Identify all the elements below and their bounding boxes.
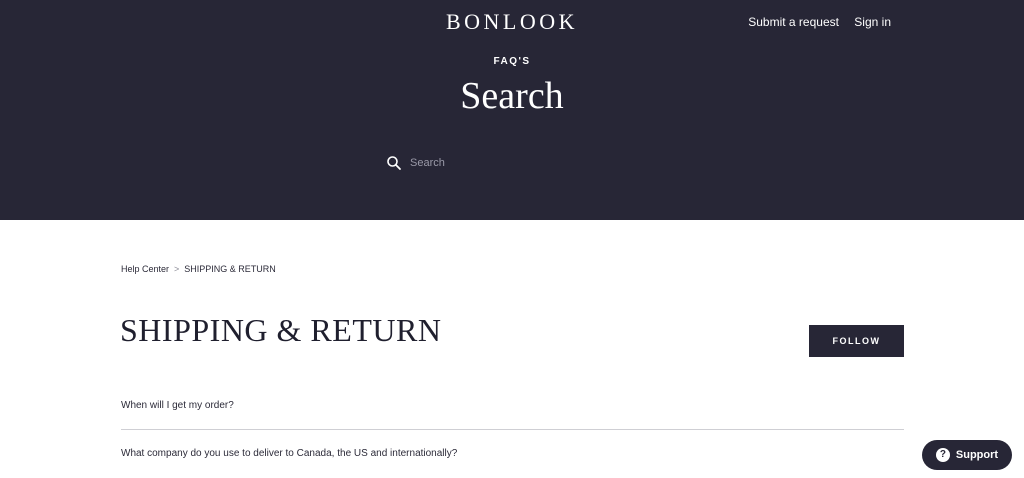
question-icon: ? [935,448,950,462]
hero-title: Search [460,75,564,117]
top-nav: Submit a request Sign in [736,15,891,29]
support-label: Support [955,449,999,461]
search-input[interactable] [408,156,632,170]
article-list: When will I get my order? What company d… [121,382,904,477]
sign-in-link[interactable]: Sign in [854,15,891,29]
page-title: SHIPPING & RETURN [120,312,442,348]
breadcrumb-help-center[interactable]: Help Center [121,264,169,274]
search-icon [386,155,402,171]
faq-eyebrow: FAQ'S [493,56,531,67]
hero-header: BONLOOK Submit a request Sign in FAQ'S S… [0,0,1024,220]
search-bar[interactable] [386,150,646,176]
breadcrumb: Help Center > SHIPPING & RETURN [121,264,276,274]
follow-button[interactable]: FOLLOW [809,325,904,357]
submit-request-link[interactable]: Submit a request [748,15,839,29]
support-button[interactable]: ? Support [922,440,1012,470]
breadcrumb-shipping-return[interactable]: SHIPPING & RETURN [184,264,276,274]
breadcrumb-separator: > [174,264,180,274]
article-link-delivery-company[interactable]: What company do you use to deliver to Ca… [121,430,904,477]
article-link-order-timing[interactable]: When will I get my order? [121,382,904,430]
